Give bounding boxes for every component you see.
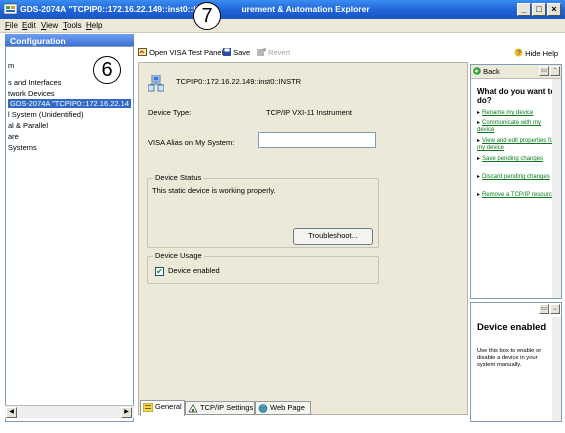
scroll-left-icon[interactable]: ◀	[6, 407, 17, 418]
help-link-save-changes[interactable]: ▸ Save pending changes	[477, 156, 557, 163]
context-help-expand-icon[interactable]: ⌄	[550, 304, 560, 314]
help-collapse-icon[interactable]: ⌃	[550, 66, 560, 76]
context-help-title: Device enabled	[477, 322, 547, 333]
help-back-button[interactable]: Back	[473, 67, 500, 76]
save-icon	[223, 48, 231, 56]
tree-item-serial-parallel[interactable]: al & Parallel	[8, 121, 48, 130]
revert-icon	[257, 48, 266, 56]
tree-item-remote-systems[interactable]: Systems	[8, 143, 37, 152]
callout-six: 6	[93, 56, 121, 84]
tab-strip: General TCP/IP Settings Web Page	[138, 400, 468, 416]
visa-alias-input[interactable]	[258, 132, 376, 148]
tcpip-icon	[188, 404, 198, 413]
help-link-rename[interactable]: ▸ Rename my device	[477, 110, 557, 117]
tree-item-software[interactable]: are	[8, 132, 19, 141]
device-enabled-label: Device enabled	[168, 266, 220, 275]
app-icon	[4, 3, 17, 15]
network-device-icon	[148, 75, 164, 92]
test-panel-icon	[138, 48, 147, 56]
hide-help-button[interactable]: ? Hide Help	[514, 48, 558, 58]
close-button[interactable]: ×	[547, 3, 561, 16]
help-title: What do you want to do?	[477, 87, 556, 105]
device-usage-label: Device Usage	[153, 251, 204, 260]
help-panel: Back ▭ ⌃ What do you want to do? ▸ Rename…	[470, 64, 562, 299]
svg-text:?: ?	[517, 50, 521, 57]
toolbar: Open VISA Test Panel Save Revert	[135, 47, 467, 60]
menu-edit[interactable]: Edit	[22, 21, 36, 30]
context-help-scrollbar[interactable]	[552, 317, 561, 421]
callout-seven: 7	[193, 2, 221, 30]
tree-horizontal-scrollbar[interactable]: ◀ ▶	[5, 405, 134, 418]
troubleshoot-button[interactable]: Troubleshoot...	[293, 228, 373, 245]
menu-bar: File Edit View Tools Help	[0, 19, 565, 33]
device-properties-panel: TCPIP0::172.16.22.149::inst0::INSTR Devi…	[138, 62, 468, 415]
tree-item-gds-2074a[interactable]: GDS-2074A "TCPIP0::172.16.22.14	[8, 99, 131, 108]
save-button[interactable]: Save	[223, 48, 250, 57]
minimize-button[interactable]: _	[517, 3, 531, 16]
help-icon: ?	[514, 48, 523, 57]
menu-view[interactable]: View	[41, 21, 58, 30]
tree-item-local-system[interactable]: l System (Unidentified)	[8, 110, 83, 119]
context-help-text: Use this box to enable or disable a devi…	[477, 348, 542, 368]
globe-icon	[258, 404, 268, 413]
help-nav-bar: Back ▭ ⌃	[471, 65, 561, 79]
help-link-discard-changes[interactable]: ▸ Discard pending changes	[477, 174, 557, 181]
revert-button[interactable]: Revert	[257, 48, 290, 57]
menu-file[interactable]: File	[5, 21, 18, 30]
scroll-right-icon[interactable]: ▶	[121, 407, 132, 418]
device-enabled-checkbox[interactable]: ✔	[155, 267, 164, 276]
back-arrow-icon	[473, 67, 481, 75]
help-link-view-properties[interactable]: ▸ View and edit properties for my device	[477, 138, 557, 152]
device-usage-group: Device Usage ✔ Device enabled	[147, 251, 379, 284]
help-link-remove-resource[interactable]: ▸ Remove a TCP/IP resource	[477, 192, 557, 199]
configuration-title: Configuration	[10, 36, 66, 46]
menu-help[interactable]: Help	[86, 21, 102, 30]
tree-item-my-system[interactable]: m	[8, 61, 14, 70]
tree-item-network-devices[interactable]: twork Devices	[8, 89, 55, 98]
open-visa-test-panel-button[interactable]: Open VISA Test Panel	[138, 48, 223, 57]
menu-tools[interactable]: Tools	[63, 21, 82, 30]
configuration-tree[interactable]: m s and Interfaces twork Devices GDS-207…	[5, 46, 134, 422]
device-status-message: This static device is working properly.	[152, 186, 276, 195]
help-header: ? Hide Help	[469, 47, 561, 60]
device-type-label: Device Type:	[148, 108, 192, 117]
device-type-value: TCP/IP VXI-11 Instrument	[266, 108, 353, 117]
resource-name: TCPIP0::172.16.22.149::inst0::INSTR	[176, 77, 302, 86]
help-vertical-scrollbar[interactable]	[552, 79, 561, 298]
device-status-group: Device Status This static device is work…	[147, 173, 379, 248]
context-help-panel: ▭ ⌄ Device enabled Use this box to enabl…	[470, 302, 562, 422]
general-icon	[143, 403, 153, 412]
visa-alias-label: VISA Alias on My System:	[148, 138, 235, 147]
help-link-communicate[interactable]: ▸ Communicate with my device	[477, 120, 557, 134]
help-restore-icon[interactable]: ▭	[539, 66, 549, 76]
tree-item-devices-interfaces[interactable]: s and Interfaces	[8, 78, 61, 87]
window-title-bar[interactable]: GDS-2074A "TCPIP0::172.16.22.149::inst0:…	[0, 0, 565, 19]
tab-general[interactable]: General	[140, 400, 185, 416]
tab-tcpip-settings[interactable]: TCP/IP Settings	[185, 401, 255, 415]
tab-web-page[interactable]: Web Page	[255, 401, 311, 415]
device-status-label: Device Status	[153, 173, 204, 182]
maximize-button[interactable]: □	[532, 3, 546, 16]
context-help-restore-icon[interactable]: ▭	[539, 304, 549, 314]
